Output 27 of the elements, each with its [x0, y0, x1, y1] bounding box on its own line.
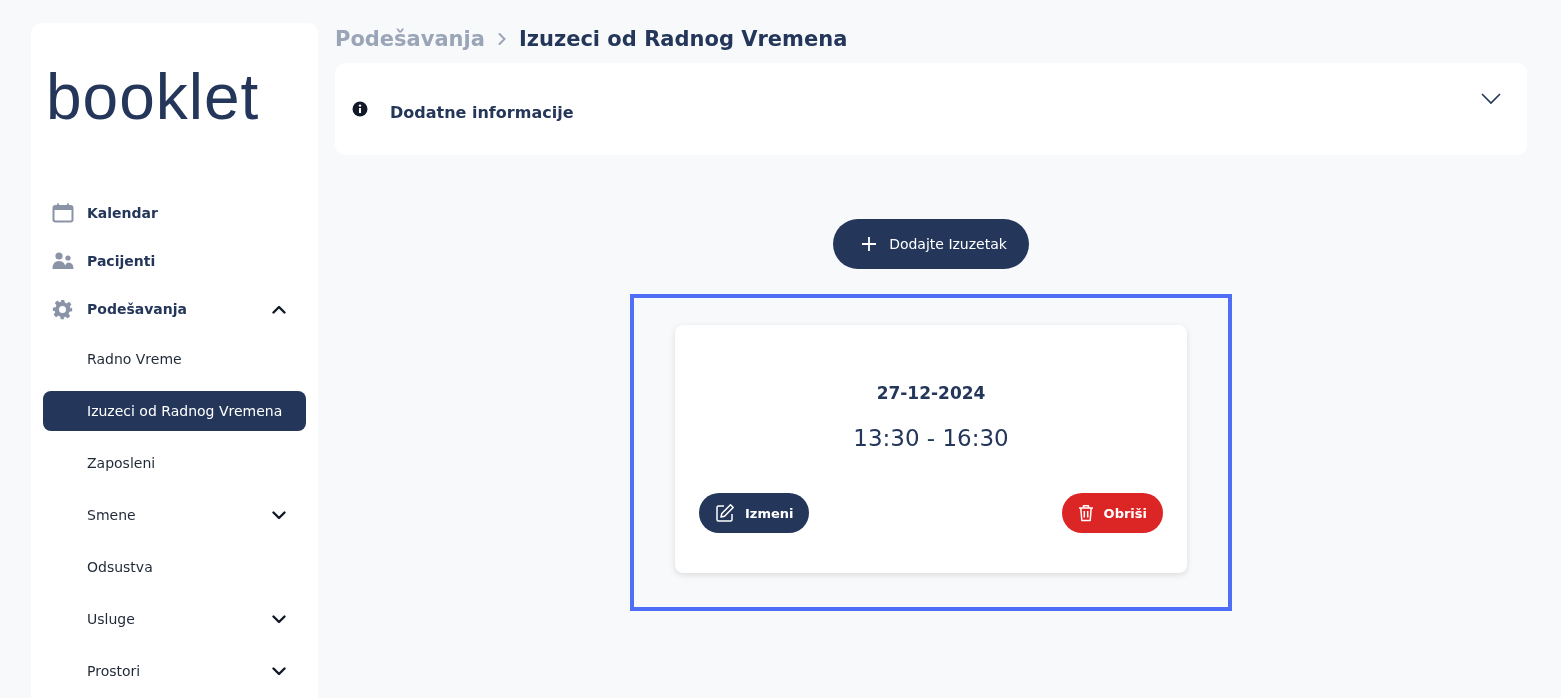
info-panel[interactable]: Dodatne informacije	[335, 63, 1527, 155]
exception-date: 27-12-2024	[876, 383, 986, 403]
gear-icon	[52, 298, 73, 320]
sidebar-item[interactable]: Zaposleni	[43, 437, 306, 489]
calendar-icon	[52, 203, 74, 223]
plus-icon	[861, 236, 878, 252]
edit-button[interactable]: Izmeni	[699, 493, 810, 533]
sidebar-item[interactable]: Prostori	[43, 645, 306, 697]
sidebar-item[interactable]: Izuzeci od Radnog Vremena	[43, 391, 306, 431]
sidebar-item[interactable]: Smene	[43, 489, 306, 541]
trash-icon	[1077, 504, 1094, 522]
info-icon	[352, 101, 368, 117]
sidebar-item[interactable]: Odsustva	[43, 541, 306, 593]
panel-title: Dodatne informacije	[390, 102, 575, 122]
add-exception-button[interactable]: Dodajte Izuzetak	[833, 219, 1029, 269]
sidebar-item[interactable]: Usluge	[43, 593, 306, 645]
pencil-icon	[715, 503, 735, 523]
sidebar-item[interactable]: Radno Vreme	[43, 333, 306, 385]
people-icon	[52, 252, 74, 270]
sidebar-item[interactable]: Kalendar	[43, 189, 306, 237]
sidebar-item[interactable]: Pacijenti	[43, 237, 306, 285]
exception-time: 13:30 - 16:30	[853, 425, 1009, 451]
delete-button[interactable]: Obriši	[1061, 493, 1163, 533]
sidebar-item[interactable]: Podešavanja	[43, 285, 306, 333]
chevron-right-icon	[496, 32, 507, 46]
logo: booklet	[45, 60, 261, 135]
page-title: Izuzeci od Radnog Vremena	[518, 27, 848, 51]
